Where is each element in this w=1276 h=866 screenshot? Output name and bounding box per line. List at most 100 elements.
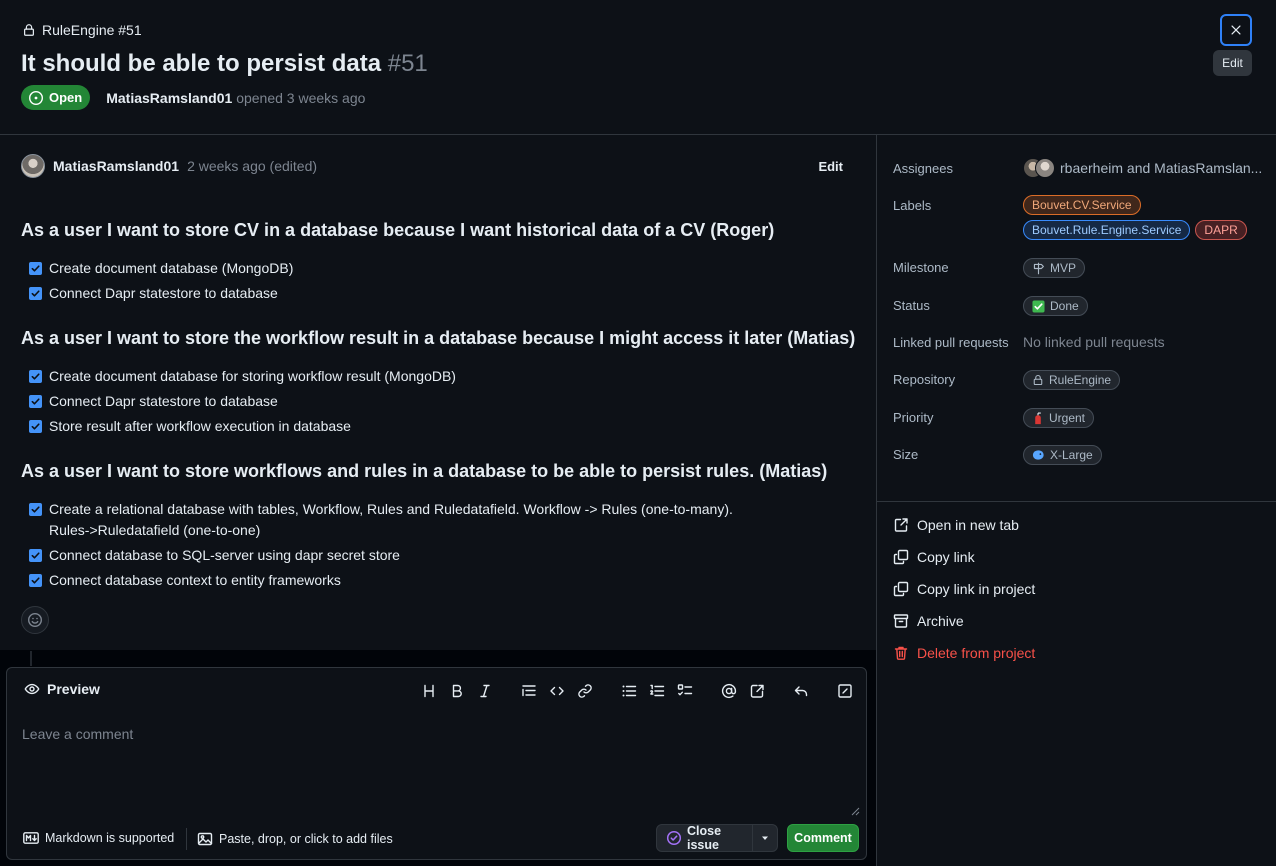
copy-link-button[interactable]: Copy link bbox=[893, 549, 975, 565]
priority-chip[interactable]: Urgent bbox=[1023, 408, 1095, 428]
quote-button[interactable] bbox=[518, 680, 540, 702]
checkbox[interactable] bbox=[29, 574, 42, 587]
open-in-new-tab-button[interactable]: Open in new tab bbox=[893, 517, 1019, 533]
close-issue-button[interactable]: Close issue bbox=[657, 824, 753, 852]
milestone-icon bbox=[1032, 262, 1045, 275]
add-reaction-button[interactable] bbox=[21, 606, 49, 634]
checkbox[interactable] bbox=[29, 262, 42, 275]
checkbox[interactable] bbox=[29, 503, 42, 516]
status-field[interactable]: Done bbox=[1023, 296, 1088, 316]
sidebar-section-divider bbox=[877, 501, 1276, 502]
status-badge-label: Open bbox=[49, 90, 83, 105]
issue-title: It should be able to persist data #51 bbox=[21, 50, 428, 78]
markdown-help-label: Markdown is supported bbox=[45, 831, 175, 845]
whale-icon bbox=[1032, 449, 1045, 461]
task-label: Create document database for storing wor… bbox=[49, 368, 456, 384]
checkbox[interactable] bbox=[29, 395, 42, 408]
linked-prs-value: No linked pull requests bbox=[1023, 334, 1165, 350]
milestone-chip[interactable]: MVP bbox=[1023, 258, 1086, 278]
comment-author[interactable]: MatiasRamsland01 bbox=[53, 158, 179, 174]
close-issue-dropdown[interactable] bbox=[753, 825, 777, 851]
reference-button[interactable] bbox=[746, 680, 768, 702]
issue-title-text: It should be able to persist data bbox=[21, 50, 382, 77]
link-button[interactable] bbox=[574, 680, 596, 702]
bold-button[interactable] bbox=[446, 680, 468, 702]
link-icon bbox=[577, 683, 593, 699]
open-in-new-tab-label: Open in new tab bbox=[917, 517, 1019, 533]
size-chip[interactable]: X-Large bbox=[1023, 445, 1102, 465]
label-chip[interactable]: DAPR bbox=[1195, 220, 1247, 240]
size-field[interactable]: X-Large bbox=[1023, 445, 1102, 465]
task-list-button[interactable] bbox=[674, 680, 696, 702]
code-button[interactable] bbox=[546, 680, 568, 702]
task-label-line: Rules->Ruledatafield (one-to-one) bbox=[49, 522, 261, 538]
labels-field-row2[interactable]: Bouvet.Rule.Engine.Service DAPR bbox=[1023, 220, 1247, 240]
linked-prs-field[interactable]: No linked pull requests bbox=[1023, 334, 1165, 350]
issue-author-link[interactable]: MatiasRamsland01 bbox=[106, 90, 232, 106]
task-item: Connect Dapr statestore to database bbox=[29, 391, 278, 412]
bulleted-list-button[interactable] bbox=[618, 680, 640, 702]
comment-button[interactable]: Comment bbox=[787, 824, 859, 852]
edit-comment-button[interactable]: Edit bbox=[818, 159, 843, 174]
avatar[interactable] bbox=[21, 154, 45, 178]
heading-button[interactable] bbox=[418, 680, 440, 702]
issue-number: #51 bbox=[387, 50, 428, 77]
comment-timestamp[interactable]: 2 weeks ago (edited) bbox=[187, 158, 317, 174]
comment-input[interactable]: Leave a comment bbox=[22, 726, 133, 742]
task-label: Connect database to SQL-server using dap… bbox=[49, 547, 400, 563]
italic-button[interactable] bbox=[474, 680, 496, 702]
mention-button[interactable] bbox=[718, 680, 740, 702]
task-item: Create document database (MongoDB) bbox=[29, 258, 293, 279]
checkbox[interactable] bbox=[29, 287, 42, 300]
edit-square-icon bbox=[837, 683, 853, 699]
repo-reference[interactable]: RuleEngine #51 bbox=[22, 22, 142, 38]
comment-editor: Preview Leave a comment Markdown is supp… bbox=[6, 667, 867, 860]
comment-header: MatiasRamsland01 2 weeks ago (edited) Ed… bbox=[21, 153, 851, 179]
status-badge: Open bbox=[21, 85, 91, 110]
archive-button[interactable]: Archive bbox=[893, 613, 964, 629]
milestone-field[interactable]: MVP bbox=[1023, 258, 1086, 278]
checkbox[interactable] bbox=[29, 370, 42, 383]
numbered-list-button[interactable] bbox=[646, 680, 668, 702]
repository-field[interactable]: RuleEngine bbox=[1023, 370, 1121, 390]
labels-field[interactable]: Bouvet.CV.Service bbox=[1023, 195, 1141, 215]
delete-from-project-button[interactable]: Delete from project bbox=[893, 645, 1035, 661]
label-chip[interactable]: Bouvet.CV.Service bbox=[1023, 195, 1141, 215]
undo-button[interactable] bbox=[790, 680, 812, 702]
image-icon bbox=[197, 831, 213, 847]
section-heading: As a user I want to store CV in a databa… bbox=[21, 220, 775, 240]
reply-icon bbox=[793, 683, 809, 699]
task-label: Connect Dapr statestore to database bbox=[49, 393, 278, 409]
fullscreen-button[interactable] bbox=[834, 680, 856, 702]
status-chip[interactable]: Done bbox=[1023, 296, 1088, 316]
issue-meta: Open MatiasRamsland01 opened 3 weeks ago bbox=[21, 85, 365, 110]
label-chip[interactable]: Bouvet.Rule.Engine.Service bbox=[1023, 220, 1191, 240]
eye-icon bbox=[24, 681, 40, 697]
section-heading: As a user I want to store the workflow r… bbox=[21, 328, 856, 348]
bold-icon bbox=[449, 683, 465, 699]
close-button[interactable] bbox=[1220, 14, 1252, 46]
tooltip: Edit bbox=[1213, 50, 1252, 76]
milestone-label: Milestone bbox=[893, 260, 949, 275]
tab-preview[interactable]: Preview bbox=[24, 681, 100, 697]
section-heading: As a user I want to store workflows and … bbox=[21, 461, 828, 481]
checkbox[interactable] bbox=[29, 549, 42, 562]
attach-files-link[interactable]: Paste, drop, or click to add files bbox=[197, 831, 393, 847]
assignees-field[interactable]: rbaerheim and MatiasRamslan... bbox=[1023, 158, 1262, 178]
priority-label: Priority bbox=[893, 410, 934, 425]
milestone-value: MVP bbox=[1050, 261, 1077, 275]
task-list-icon bbox=[677, 683, 693, 699]
footer-separator bbox=[186, 828, 187, 850]
issue-closed-icon bbox=[666, 830, 682, 846]
task-item: Create a relational database with tables… bbox=[29, 499, 733, 541]
priority-field[interactable]: Urgent bbox=[1023, 408, 1095, 428]
markdown-help-link[interactable]: Markdown is supported bbox=[23, 831, 174, 845]
repository-label: Repository bbox=[893, 372, 956, 387]
resize-handle[interactable] bbox=[850, 806, 860, 816]
repository-chip[interactable]: RuleEngine bbox=[1023, 370, 1121, 390]
fire-extinguisher-icon bbox=[1032, 412, 1044, 425]
issue-open-icon bbox=[28, 90, 44, 106]
copy-link-in-project-button[interactable]: Copy link in project bbox=[893, 581, 1035, 597]
checkbox[interactable] bbox=[29, 420, 42, 433]
labels-label: Labels bbox=[893, 198, 932, 213]
